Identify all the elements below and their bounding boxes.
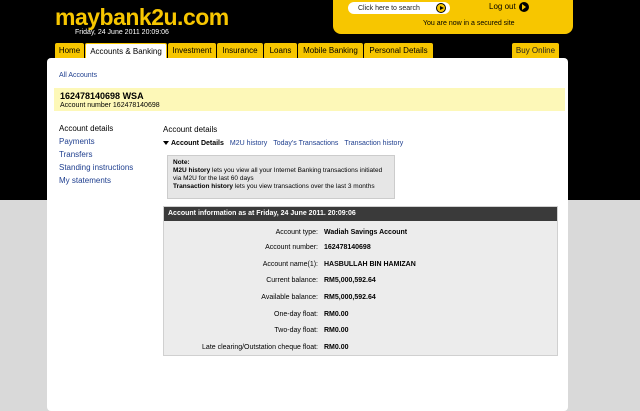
info-label: Late clearing/Outstation cheque float:: [202, 344, 318, 351]
info-value: RM5,000,592.64: [324, 277, 376, 284]
note-m2u-term: M2U history: [173, 167, 211, 174]
buy-online-tab[interactable]: Buy Online: [512, 43, 559, 58]
nav-my-statements[interactable]: My statements: [59, 176, 133, 186]
info-value: RM0.00: [324, 344, 349, 351]
secure-site-text: You are now in a secured site: [423, 20, 515, 27]
info-label: Two-day float:: [274, 327, 318, 334]
header-datetime: Friday, 24 June 2011 20:09:06: [75, 29, 169, 36]
tab-loans[interactable]: Loans: [264, 43, 297, 58]
tab-investment[interactable]: Investment: [168, 43, 216, 58]
all-accounts-link[interactable]: All Accounts: [59, 72, 97, 79]
nav-account-details[interactable]: Account details: [59, 124, 133, 134]
note-box: Note: M2U history lets you view all your…: [167, 155, 395, 199]
subtab-account-details[interactable]: Account Details: [163, 140, 224, 147]
account-info-box: Account information as at Friday, 24 Jun…: [163, 206, 558, 356]
tab-home[interactable]: Home: [55, 43, 84, 58]
subtabs: Account Details M2U history Today's Tran…: [163, 140, 403, 147]
subtab-transaction-history[interactable]: Transaction history: [344, 140, 403, 147]
info-value: HASBULLAH BIN HAMIZAN: [324, 261, 416, 268]
info-value: 162478140698: [324, 244, 371, 251]
info-value: RM0.00: [324, 311, 349, 318]
info-value: Wadiah Savings Account: [324, 229, 408, 236]
info-row: Late clearing/Outstation cheque float: R…: [164, 343, 559, 353]
tab-insurance[interactable]: Insurance: [217, 43, 263, 58]
info-row: Account name(1): HASBULLAH BIN HAMIZAN: [164, 260, 559, 270]
info-label: Account type:: [275, 229, 318, 236]
info-value: RM0.00: [324, 327, 349, 334]
search-label: Click here to search: [358, 4, 420, 12]
nav-payments[interactable]: Payments: [59, 137, 133, 147]
subtab-todays-transactions[interactable]: Today's Transactions: [273, 140, 338, 147]
info-label: Current balance:: [266, 277, 318, 284]
left-nav: Account details Payments Transfers Stand…: [59, 124, 133, 189]
note-txn-term: Transaction history: [173, 183, 233, 190]
info-row: One-day float: RM0.00: [164, 310, 559, 320]
top-utility-panel: Click here to search Log out You are now…: [333, 0, 573, 34]
account-banner: 162478140698 WSA Account number 16247814…: [54, 88, 565, 111]
section-title: Account details: [163, 125, 218, 134]
tab-personal-details[interactable]: Personal Details: [364, 43, 433, 58]
account-info-header: Account information as at Friday, 24 Jun…: [164, 207, 557, 221]
logout-link[interactable]: Log out: [489, 2, 516, 11]
note-heading: Note:: [173, 159, 190, 166]
info-label: Available balance:: [261, 294, 318, 301]
info-label: Account name(1):: [262, 261, 318, 268]
account-title: 162478140698 WSA: [60, 91, 144, 101]
account-number-line: Account number 162478140698: [60, 102, 160, 109]
search-button[interactable]: Click here to search: [348, 2, 450, 14]
tab-accounts-banking[interactable]: Accounts & Banking: [85, 43, 167, 59]
search-arrow-icon[interactable]: [436, 3, 446, 13]
info-label: Account number:: [265, 244, 318, 251]
triangle-down-icon: [163, 141, 169, 146]
maybank2u-logo[interactable]: maybank2u.com: [55, 4, 229, 31]
info-row: Account type: Wadiah Savings Account: [164, 228, 559, 238]
note-txn-desc: lets you view transactions over the last…: [232, 183, 375, 190]
logout-arrow-icon[interactable]: [519, 2, 529, 12]
info-label: One-day float:: [274, 311, 318, 318]
main-content-panel: All Accounts 162478140698 WSA Account nu…: [47, 58, 568, 411]
info-row: Current balance: RM5,000,592.64: [164, 276, 559, 286]
subtab-m2u-history[interactable]: M2U history: [230, 140, 267, 147]
nav-transfers[interactable]: Transfers: [59, 150, 133, 160]
info-value: RM5,000,592.64: [324, 294, 376, 301]
subtab-account-details-label: Account Details: [171, 140, 224, 147]
tab-mobile-banking[interactable]: Mobile Banking: [298, 43, 363, 58]
info-row: Two-day float: RM0.00: [164, 326, 559, 336]
info-row: Available balance: RM5,000,592.64: [164, 293, 559, 303]
info-row: Account number: 162478140698: [164, 243, 559, 253]
nav-standing-instructions[interactable]: Standing instructions: [59, 163, 133, 173]
